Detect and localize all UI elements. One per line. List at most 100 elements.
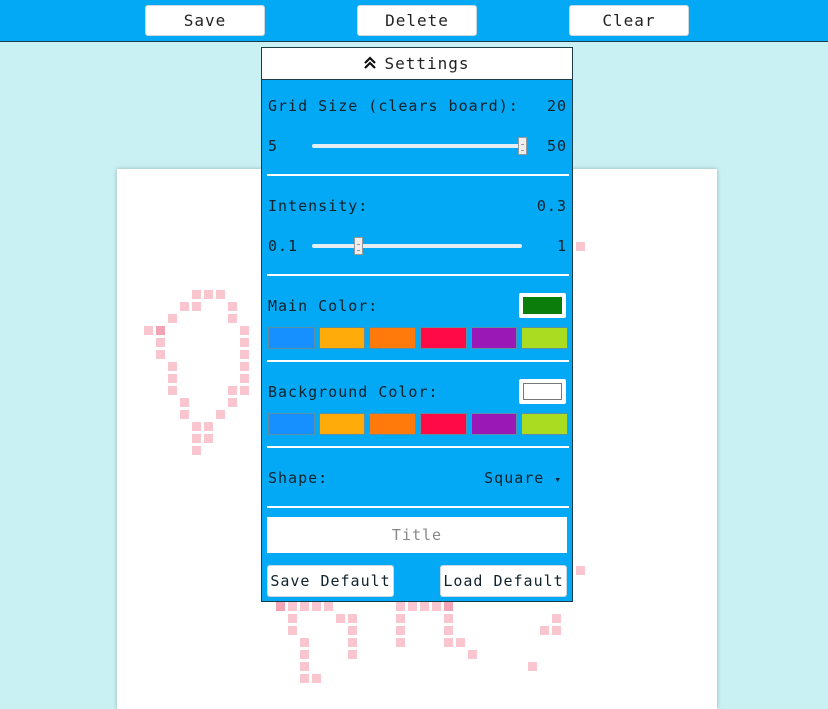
canvas-pixel xyxy=(180,410,189,419)
settings-panel: Settings Grid Size (clears board): 20 5 … xyxy=(261,47,573,602)
canvas-pixel xyxy=(156,326,165,335)
clear-button[interactable]: Clear xyxy=(569,5,689,36)
delete-button[interactable]: Delete xyxy=(357,5,477,36)
grid-size-slider-handle[interactable] xyxy=(518,137,527,155)
divider xyxy=(267,506,569,508)
canvas-pixel xyxy=(192,302,201,311)
shape-select-value: Square xyxy=(484,469,545,487)
canvas-pixel xyxy=(168,362,177,371)
canvas-pixel xyxy=(228,386,237,395)
grid-size-label: Grid Size (clears board): xyxy=(268,97,519,115)
canvas-pixel xyxy=(432,602,441,611)
grid-size-slider[interactable] xyxy=(312,144,522,148)
canvas-pixel xyxy=(240,362,249,371)
canvas-pixel xyxy=(456,638,465,647)
main-color-label: Main Color: xyxy=(268,297,379,315)
canvas-pixel xyxy=(240,326,249,335)
canvas-pixel xyxy=(444,614,453,623)
canvas-pixel xyxy=(552,626,561,635)
divider xyxy=(267,274,569,276)
canvas-pixel xyxy=(180,302,189,311)
canvas-pixel xyxy=(444,638,453,647)
main-color-swatch xyxy=(523,297,562,314)
canvas-pixel xyxy=(156,338,165,347)
canvas-pixel xyxy=(396,626,405,635)
palette-color-swatch[interactable] xyxy=(470,327,518,349)
canvas-pixel xyxy=(240,338,249,347)
save-default-button[interactable]: Save Default xyxy=(267,565,394,597)
canvas-pixel xyxy=(468,650,477,659)
canvas-pixel xyxy=(348,650,357,659)
canvas-pixel xyxy=(300,638,309,647)
background-color-picker[interactable] xyxy=(519,379,566,404)
canvas-pixel xyxy=(216,290,225,299)
canvas-pixel xyxy=(180,398,189,407)
canvas-pixel xyxy=(240,386,249,395)
canvas-pixel xyxy=(336,614,345,623)
divider xyxy=(267,446,569,448)
canvas-pixel xyxy=(204,434,213,443)
canvas-pixel xyxy=(348,614,357,623)
canvas-pixel xyxy=(228,398,237,407)
canvas-pixel xyxy=(576,242,585,251)
canvas-pixel xyxy=(552,614,561,623)
palette-color-swatch[interactable] xyxy=(369,327,417,349)
canvas-pixel xyxy=(156,350,165,359)
palette-color-swatch[interactable] xyxy=(369,413,417,435)
canvas-pixel xyxy=(576,566,585,575)
canvas-pixel xyxy=(312,674,321,683)
canvas-pixel xyxy=(192,446,201,455)
title-input[interactable] xyxy=(267,517,567,553)
divider xyxy=(267,360,569,362)
canvas-pixel xyxy=(528,662,537,671)
intensity-slider[interactable] xyxy=(312,244,522,248)
canvas-pixel xyxy=(396,638,405,647)
palette-color-swatch[interactable] xyxy=(521,327,569,349)
settings-title: Settings xyxy=(384,54,470,73)
background-color-label: Background Color: xyxy=(268,383,439,401)
palette-color-swatch[interactable] xyxy=(318,327,366,349)
intensity-max: 1 xyxy=(556,237,567,255)
palette-color-swatch[interactable] xyxy=(268,327,315,349)
canvas-pixel xyxy=(396,614,405,623)
canvas-pixel xyxy=(300,674,309,683)
intensity-label: Intensity: xyxy=(268,197,369,215)
grid-size-min: 5 xyxy=(268,137,279,155)
background-color-palette xyxy=(268,413,569,435)
grid-size-value: 20 xyxy=(546,97,567,115)
canvas-pixel xyxy=(144,326,153,335)
canvas-pixel xyxy=(300,650,309,659)
canvas-pixel xyxy=(168,314,177,323)
canvas-pixel xyxy=(192,290,201,299)
canvas-pixel xyxy=(192,434,201,443)
canvas-pixel xyxy=(240,374,249,383)
save-button[interactable]: Save xyxy=(145,5,265,36)
canvas-pixel xyxy=(276,602,285,611)
intensity-value: 0.3 xyxy=(536,197,567,215)
canvas-pixel xyxy=(348,638,357,647)
canvas-pixel xyxy=(420,602,429,611)
canvas-pixel xyxy=(216,410,225,419)
canvas-pixel xyxy=(444,626,453,635)
palette-color-swatch[interactable] xyxy=(268,413,315,435)
main-color-picker[interactable] xyxy=(519,293,566,318)
palette-color-swatch[interactable] xyxy=(521,413,569,435)
grid-size-max: 50 xyxy=(546,137,567,155)
canvas-pixel xyxy=(300,602,309,611)
shape-select[interactable]: Square ▾ xyxy=(484,469,562,487)
intensity-slider-handle[interactable] xyxy=(354,237,364,255)
palette-color-swatch[interactable] xyxy=(420,327,467,349)
palette-color-swatch[interactable] xyxy=(318,413,366,435)
canvas-pixel xyxy=(228,302,237,311)
canvas-pixel xyxy=(288,602,297,611)
canvas-pixel xyxy=(444,602,453,611)
canvas-pixel xyxy=(204,422,213,431)
load-default-button[interactable]: Load Default xyxy=(440,565,567,597)
canvas-pixel xyxy=(168,374,177,383)
canvas-pixel xyxy=(300,662,309,671)
canvas-pixel xyxy=(228,314,237,323)
palette-color-swatch[interactable] xyxy=(470,413,518,435)
settings-toggle[interactable]: Settings xyxy=(262,48,572,80)
canvas-pixel xyxy=(240,350,249,359)
palette-color-swatch[interactable] xyxy=(420,413,467,435)
